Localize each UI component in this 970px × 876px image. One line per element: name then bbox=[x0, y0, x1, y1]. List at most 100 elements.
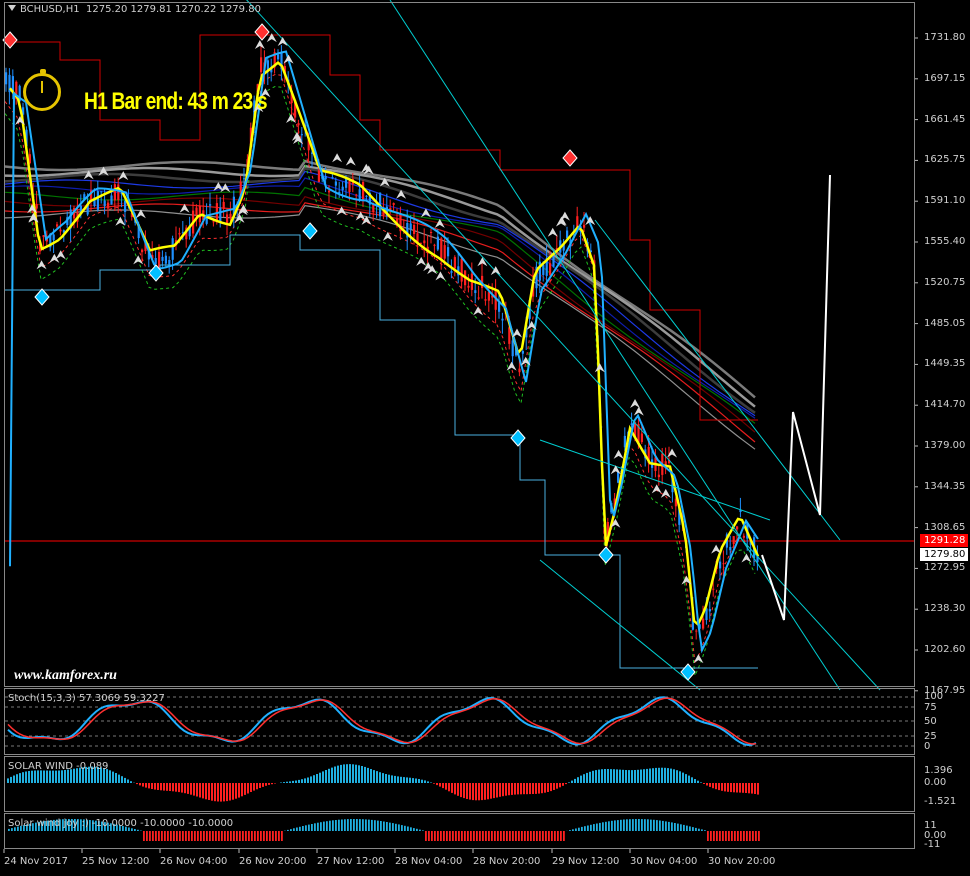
solar-joy-bar bbox=[530, 831, 532, 841]
solar-joy-bar bbox=[344, 819, 346, 831]
candle-body bbox=[729, 547, 732, 551]
clock-icon bbox=[23, 69, 61, 111]
solar-joy-bar bbox=[695, 827, 697, 831]
solar-joy-bar bbox=[203, 831, 205, 841]
candle-body bbox=[334, 181, 337, 186]
solar-joy-bar bbox=[302, 826, 304, 831]
candle-body bbox=[484, 299, 487, 301]
solar-joy-bar bbox=[425, 831, 427, 841]
time-tick-label: 30 Nov 04:00 bbox=[630, 856, 698, 867]
price-tick-label: 1202.60 bbox=[924, 644, 966, 655]
solar-joy-bar bbox=[188, 831, 190, 841]
candle-body bbox=[657, 474, 660, 478]
candle-body bbox=[732, 536, 735, 545]
solar-joy-bar bbox=[692, 827, 694, 831]
solar-joy-bar bbox=[608, 821, 610, 831]
solar-joy-bar bbox=[689, 826, 691, 831]
frames bbox=[3, 2, 918, 853]
solar-joy-bar bbox=[410, 827, 412, 831]
price-tick-label: 1414.70 bbox=[924, 399, 966, 411]
solar-joy-bar bbox=[191, 831, 193, 841]
solar-joy-bar bbox=[404, 825, 406, 831]
watermark: www.kamforex.ru bbox=[14, 668, 117, 683]
solar-wind-level: -1.521 bbox=[924, 796, 957, 807]
solar-joy-bar bbox=[482, 831, 484, 841]
sell-diamond-marker bbox=[254, 23, 270, 41]
solar-joy-bar bbox=[443, 831, 445, 841]
candle-body bbox=[440, 238, 443, 259]
solar-joy-bar bbox=[398, 824, 400, 831]
dropdown-icon[interactable] bbox=[8, 5, 16, 11]
solar-joy-bar bbox=[605, 821, 607, 831]
solar-joy-bar bbox=[245, 831, 247, 841]
current-price-tag: 1279.80 bbox=[920, 548, 968, 561]
candle-body bbox=[124, 200, 127, 212]
time-tick-label: 29 Nov 12:00 bbox=[552, 856, 620, 867]
solar-joy-bar bbox=[335, 820, 337, 831]
bar-end-timer: H1 Bar end: 43 m 23 s bbox=[84, 88, 268, 115]
price-tick-label: 1379.00 bbox=[924, 440, 966, 451]
candle-body bbox=[702, 618, 705, 629]
fractal-arrow-marker bbox=[711, 544, 722, 554]
solar-joy-bar bbox=[185, 831, 187, 841]
solar-joy-bar bbox=[347, 819, 349, 831]
solar-joy-bar bbox=[287, 829, 289, 831]
solar-joy-bar bbox=[626, 819, 628, 831]
candle-body bbox=[708, 609, 711, 612]
price-tick-label: 1344.35 bbox=[924, 480, 966, 492]
candle-body bbox=[362, 182, 365, 200]
solar-joy-bar bbox=[137, 829, 139, 831]
stoch-level: 0 bbox=[924, 741, 931, 752]
candle-body bbox=[460, 258, 463, 282]
candle-body bbox=[154, 258, 157, 265]
fractal-arrow-marker bbox=[547, 227, 558, 237]
solar-joy-bar bbox=[149, 831, 151, 841]
candle-body bbox=[355, 194, 358, 196]
candle-body bbox=[317, 170, 320, 183]
solar-joy-bar bbox=[734, 831, 736, 841]
fractal-arrow-marker bbox=[633, 406, 644, 416]
solar-joy-bar bbox=[494, 831, 496, 841]
solar-joy-bar bbox=[512, 831, 514, 841]
candle-body bbox=[617, 471, 620, 483]
solar-joy-bar bbox=[359, 819, 361, 831]
chart-canvas[interactable] bbox=[0, 0, 970, 876]
solar-joy-bar bbox=[179, 831, 181, 841]
solar-joy-bar bbox=[209, 831, 211, 841]
solar-joy-bar bbox=[536, 831, 538, 841]
solar-joy-bar bbox=[353, 819, 355, 831]
sell-diamond-marker bbox=[562, 149, 578, 167]
price-tick-label: 1520.75 bbox=[924, 276, 966, 288]
solar-joy-bar bbox=[671, 822, 673, 831]
solar-joy-bar bbox=[578, 827, 580, 831]
price-tick-label: 1591.10 bbox=[924, 195, 966, 207]
fractal-arrow-marker bbox=[506, 361, 517, 371]
solar-joy-bar bbox=[524, 831, 526, 841]
sell-diamond-marker bbox=[2, 31, 18, 49]
solar-joy-bar bbox=[308, 824, 310, 831]
solar-joy-bar bbox=[143, 831, 145, 841]
fractal-arrow-marker bbox=[741, 553, 752, 563]
solar-joy-bar bbox=[134, 829, 136, 831]
fractal-arrow-marker bbox=[220, 183, 231, 193]
solar-joy-bar bbox=[542, 831, 544, 841]
trend-channel-line bbox=[246, 0, 881, 691]
solar-joy-bar bbox=[365, 819, 367, 831]
candles bbox=[5, 43, 759, 640]
solar-joy-bar bbox=[167, 831, 169, 841]
solar-joy-bar bbox=[323, 821, 325, 831]
fractal-arrow-marker bbox=[693, 654, 704, 664]
solar-joy-bar bbox=[176, 831, 178, 841]
solar-joy-bar bbox=[320, 822, 322, 831]
stoch-label: Stoch(15,3,3) 57.3069 59.3227 bbox=[8, 693, 165, 704]
symbol-label: BCHUSD,H1 bbox=[20, 4, 80, 15]
solar-joy-bar bbox=[599, 822, 601, 831]
solar-joy-bar bbox=[668, 821, 670, 831]
solar-joy-bar bbox=[662, 820, 664, 831]
solar-joy-bar bbox=[470, 831, 472, 841]
time-tick-label: 27 Nov 12:00 bbox=[317, 856, 385, 867]
price-tick-label: 1625.75 bbox=[924, 154, 966, 166]
solar-joy-bar bbox=[164, 831, 166, 841]
candle-body bbox=[433, 244, 436, 246]
buy-diamond-marker bbox=[598, 546, 614, 564]
